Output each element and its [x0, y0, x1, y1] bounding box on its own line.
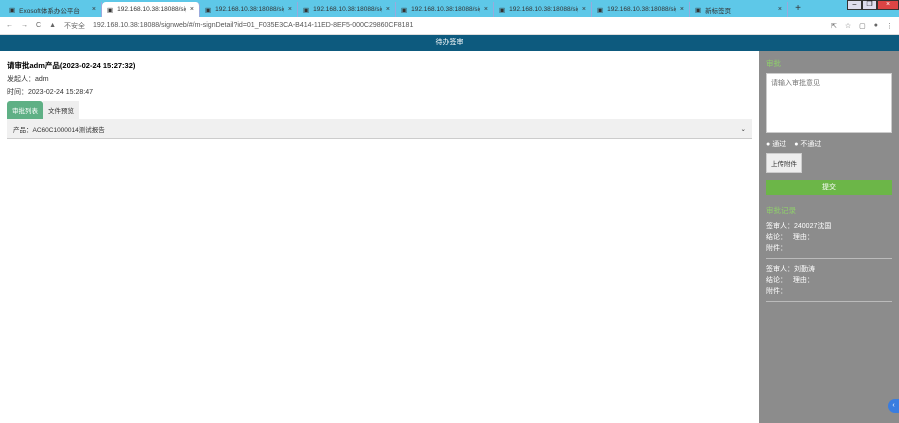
browser-tab[interactable]: ▣ 192.168.10.38:18088/sign ×	[102, 2, 200, 17]
tab-title: 192.168.10.38:18088/sign	[117, 6, 186, 13]
close-icon[interactable]: ×	[778, 6, 782, 13]
reject-label: 不通过	[800, 141, 822, 148]
tab-title: 192.168.10.38:18088/sign	[607, 6, 676, 13]
warning-icon: ▲	[49, 22, 56, 29]
record-item: 签审人：刘勤涛 结论： 理由： 附件：	[766, 259, 892, 302]
page-header: 待办签审	[0, 35, 899, 51]
close-icon[interactable]: ×	[582, 6, 586, 13]
browser-tab[interactable]: ▣ 192.168.10.38:18088/sign ×	[592, 2, 690, 17]
reason: 理由：	[792, 234, 814, 241]
restore-icon[interactable]: ❐	[862, 0, 877, 10]
main-content: 请审批adm产品(2023-02-24 15:27:32) 发起人：adm 时间…	[0, 51, 759, 423]
page-icon: ▣	[107, 6, 114, 14]
page-icon: ▣	[205, 6, 212, 14]
url-input[interactable]: 192.168.10.38:18088/signweb/#/m-signDeta…	[93, 22, 823, 29]
tab-title: 192.168.10.38:18088/sign	[509, 6, 578, 13]
tab-approval-list[interactable]: 审批列表	[7, 101, 43, 119]
tab-title: 192.168.10.38:18088/sign	[313, 6, 382, 13]
time: 时间：2023-02-24 15:28:47	[7, 89, 93, 96]
page-title: 请审批adm产品(2023-02-24 15:27:32)	[7, 61, 136, 70]
signer: 签审人：240027沈国	[766, 223, 832, 230]
close-icon[interactable]: ×	[484, 6, 488, 13]
page-icon: ▣	[597, 6, 604, 14]
browser-tab[interactable]: ▣ 192.168.10.38:18088/sign ×	[200, 2, 298, 17]
back-icon[interactable]: ←	[6, 22, 13, 29]
chevron-down-icon[interactable]: ⌄	[741, 125, 746, 133]
minimize-icon[interactable]: –	[847, 0, 862, 10]
reason: 理由：	[792, 277, 814, 284]
close-icon[interactable]: ×	[386, 6, 390, 13]
security-label[interactable]: 不安全	[64, 21, 85, 31]
browser-tab[interactable]: ▣ Exosoft体系办公平台 ×	[4, 2, 102, 17]
opinion-input[interactable]	[766, 73, 892, 133]
close-icon[interactable]: ×	[680, 6, 684, 13]
attachment: 附件：	[766, 245, 787, 252]
browser-tab-bar: ▣ Exosoft体系办公平台 × ▣ 192.168.10.38:18088/sign…	[0, 0, 899, 17]
address-bar: ← → C ▲ 不安全 192.168.10.38:18088/signweb/…	[0, 17, 899, 35]
close-window-icon[interactable]: ×	[877, 0, 899, 10]
reject-radio[interactable]: ● 不通过	[794, 139, 821, 149]
approve-radio[interactable]: ● 通过	[766, 139, 786, 149]
approve-label: 通过	[772, 141, 787, 148]
tab-file-preview[interactable]: 文件预览	[43, 101, 79, 119]
upload-button[interactable]: 上传附件	[766, 153, 802, 173]
menu-icon[interactable]: ⋮	[886, 22, 893, 30]
page-icon: ▣	[499, 6, 506, 14]
page-icon: ▣	[9, 6, 16, 14]
approval-sidebar: 审批 ● 通过 ● 不通过 上传附件 提交 审批记录 签审人：240027沈国结…	[759, 51, 899, 423]
records-title: 审批记录	[766, 206, 796, 215]
browser-tab[interactable]: ▣ 新标签页 ×	[690, 2, 788, 17]
forward-icon[interactable]: →	[21, 22, 28, 29]
attachment: 附件：	[766, 288, 787, 295]
page-icon: ▣	[303, 6, 310, 14]
profile-icon[interactable]: ●	[874, 22, 878, 29]
close-icon[interactable]: ×	[190, 6, 194, 13]
conclusion: 结论：	[766, 277, 787, 284]
reload-icon[interactable]: C	[36, 22, 41, 29]
page-icon: ▣	[695, 6, 702, 14]
sidepanel-icon[interactable]: ▢	[859, 22, 866, 30]
close-icon[interactable]: ×	[288, 6, 292, 13]
close-icon[interactable]: ×	[92, 6, 96, 13]
tab-title: 新标签页	[705, 7, 732, 15]
tab-title: 192.168.10.38:18088/sign	[215, 6, 284, 13]
browser-tab[interactable]: ▣ 192.168.10.38:18088/sign ×	[494, 2, 592, 17]
page-icon: ▣	[401, 6, 408, 14]
tab-title: Exosoft体系办公平台	[19, 7, 80, 15]
tab-title: 192.168.10.38:18088/sign	[411, 6, 480, 13]
signer: 签审人：刘勤涛	[766, 266, 815, 273]
chevron-left-icon[interactable]: ‹	[888, 399, 899, 413]
share-icon[interactable]: ⇱	[831, 22, 837, 30]
window-controls: – ❐ ×	[847, 0, 899, 10]
browser-tab[interactable]: ▣ 192.168.10.38:18088/sign ×	[396, 2, 494, 17]
record-item: 签审人：240027沈国 结论： 理由： 附件：	[766, 216, 892, 259]
conclusion: 结论：	[766, 234, 787, 241]
initiator: 发起人：adm	[7, 76, 49, 83]
browser-tab[interactable]: ▣ 192.168.10.38:18088/sign ×	[298, 2, 396, 17]
product-label: 产品：AC60C1000014测试报告	[13, 126, 105, 134]
product-row[interactable]: 产品：AC60C1000014测试报告 ⌄	[7, 119, 752, 139]
approval-heading: 审批	[766, 59, 781, 68]
submit-button[interactable]: 提交	[766, 180, 892, 195]
star-icon[interactable]: ☆	[845, 22, 851, 30]
new-tab-button[interactable]: +	[788, 3, 808, 14]
